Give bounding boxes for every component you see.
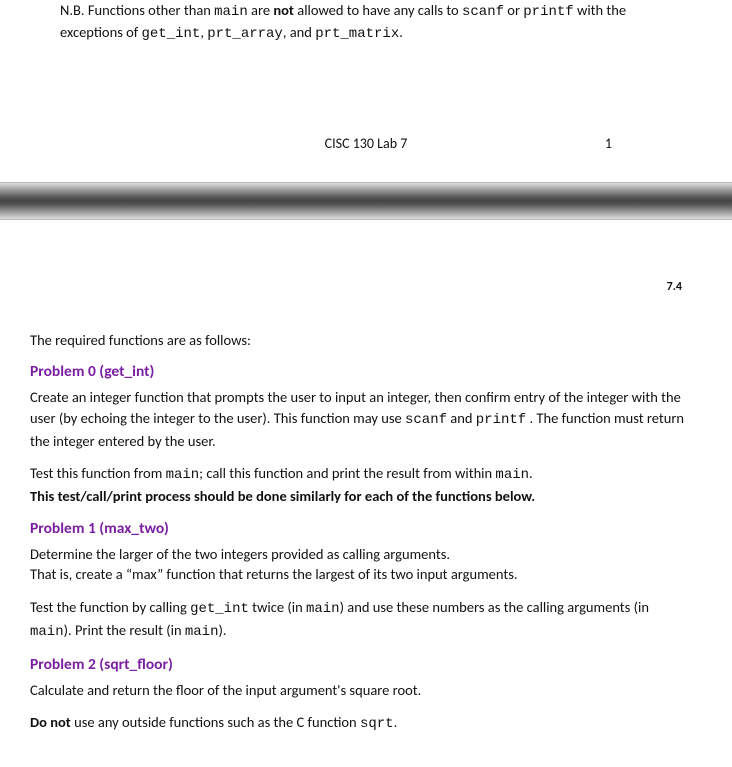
footer-page-number: 1: [582, 135, 662, 152]
text: Test this function from: [30, 464, 166, 482]
problem-1-heading: Problem 1 (max_two): [30, 519, 692, 538]
code-main: main: [495, 467, 529, 483]
code-getint: get_int: [142, 26, 201, 42]
page-footer: CISC 130 Lab 7 1: [60, 135, 672, 182]
page-separator: [0, 182, 732, 220]
text: , and: [283, 23, 315, 41]
text: and: [447, 409, 476, 427]
text: or: [504, 1, 523, 19]
text: That is, create a “max” function that re…: [30, 565, 518, 583]
text: N.B. Functions other than: [60, 1, 214, 19]
problem-1-desc: Determine the larger of the two integers…: [30, 544, 692, 585]
page-2-fragment: 7.4 The required functions are as follow…: [0, 220, 732, 767]
code-main: main: [185, 624, 219, 640]
problem-0-heading: Problem 0 (get_int): [30, 362, 692, 381]
text: ).: [218, 621, 226, 639]
nb-note: N.B. Functions other than main are not a…: [60, 0, 672, 45]
text: ) and use these numbers as the calling a…: [340, 598, 649, 616]
code-scanf: scanf: [405, 412, 447, 428]
bold-not: not: [273, 1, 294, 19]
footer-title: CISC 130 Lab 7: [70, 135, 582, 152]
text: allowed to have any calls to: [294, 1, 462, 19]
code-printf: printf: [476, 412, 526, 428]
problem-1-test: Test the function by calling get_int twi…: [30, 597, 692, 643]
code-prtarray: prt_array: [207, 26, 283, 42]
text: ). Print the result (in: [64, 621, 185, 639]
bold-note: This test/call/print process should be d…: [30, 487, 535, 505]
code-main: main: [214, 4, 248, 20]
code-main: main: [166, 467, 200, 483]
code-scanf: scanf: [462, 4, 504, 20]
text: Test the function by calling: [30, 598, 190, 616]
text: ; call this function and print the resul…: [199, 464, 495, 482]
problem-0-desc: Create an integer function that prompts …: [30, 387, 692, 451]
problem-2-donot: Do not use any outside functions such as…: [30, 712, 692, 735]
text: .: [529, 464, 533, 482]
problem-2-heading: Problem 2 (sqrt_floor): [30, 655, 692, 674]
problem-2-desc: Calculate and return the floor of the in…: [30, 680, 692, 701]
text: .: [394, 713, 398, 731]
page-1-fragment: N.B. Functions other than main are not a…: [0, 0, 732, 182]
text: are: [248, 1, 274, 19]
text: Determine the larger of the two integers…: [30, 545, 450, 563]
code-prtmatrix: prt_matrix: [315, 26, 399, 42]
code-main: main: [306, 601, 340, 617]
text: .: [399, 23, 403, 41]
problem-0-test: Test this function from main; call this …: [30, 463, 692, 506]
text: use any outside functions such as the C …: [71, 713, 360, 731]
code-sqrt: sqrt: [360, 716, 394, 732]
code-printf: printf: [523, 4, 573, 20]
code-main: main: [30, 624, 64, 640]
bold-donot: Do not: [30, 713, 71, 731]
text: twice (in: [249, 598, 306, 616]
intro-text: The required functions are as follows:: [30, 330, 692, 351]
code-getint: get_int: [190, 601, 249, 617]
page-header-value: 7.4: [667, 280, 682, 294]
